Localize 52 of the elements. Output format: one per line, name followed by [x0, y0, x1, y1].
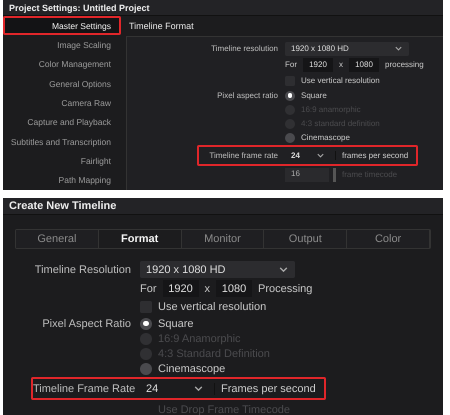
setting-label: Timeline frame rate [208, 151, 278, 160]
radio-button[interactable] [140, 362, 152, 374]
sidebar-item[interactable]: Camera Raw [3, 93, 121, 113]
chevron-down-icon [394, 44, 403, 53]
tab[interactable]: General [16, 230, 99, 248]
radio-label: Square [158, 318, 194, 330]
checkbox-label: Use vertical resolution [301, 76, 380, 85]
for-label: For [285, 60, 297, 69]
dropdown-option[interactable]: 16 [285, 168, 329, 182]
section-title: Timeline Format [128, 20, 195, 33]
sidebar-item[interactable]: Subtitles and Transcription [3, 132, 121, 152]
scrollbar [333, 168, 336, 182]
sidebar-item[interactable]: Path Mapping [3, 170, 121, 190]
width-input[interactable]: 1920 [303, 58, 333, 72]
tab[interactable]: Monitor [182, 230, 264, 248]
setting-label: Pixel aspect ratio [216, 91, 278, 100]
height-input[interactable]: 1080 [216, 280, 252, 297]
tab[interactable]: Output [264, 230, 348, 248]
sidebar-item[interactable]: Fairlight [3, 151, 121, 171]
setting-label: Timeline resolution [210, 44, 278, 53]
radio-button[interactable] [285, 90, 295, 100]
width-input[interactable]: 1920 [162, 280, 198, 297]
tab[interactable]: Color [347, 230, 430, 248]
sidebar-item[interactable]: Color Management [3, 54, 121, 74]
sidebar-item[interactable]: Capture and Playback [3, 112, 121, 132]
radio-label: Square [301, 91, 327, 100]
frames-per-second-label: Frames per second [214, 382, 316, 394]
sidebar-item[interactable]: Image Scaling [3, 35, 121, 55]
resolution-dropdown[interactable]: 1920 x 1080 HD [140, 261, 295, 278]
times-label: x [339, 60, 343, 69]
radio-label: Cinemascope [158, 362, 226, 374]
for-label: For [140, 282, 156, 294]
tab[interactable]: Format [98, 230, 182, 248]
height-input[interactable]: 1080 [349, 58, 379, 72]
radio-button[interactable] [285, 132, 295, 142]
resolution-dropdown[interactable]: 1920 x 1080 HD [285, 42, 409, 56]
frame-rate-dropdown[interactable]: 24 [140, 380, 210, 397]
setting-label: Timeline Resolution [34, 264, 131, 276]
chevron-down-icon [316, 151, 325, 160]
window-title: Create New Timeline [3, 198, 443, 215]
sidebar-item[interactable]: Master Settings [3, 16, 121, 36]
frames-per-second-label: frames per second [335, 151, 408, 160]
checkbox-label: Use vertical resolution [158, 301, 266, 313]
window-title: Project Settings: Untitled Project [3, 0, 443, 16]
processing-label: Processing [258, 282, 312, 294]
setting-label: Pixel Aspect Ratio [41, 318, 131, 330]
times-label: x [204, 282, 210, 294]
radio-label: Cinemascope [301, 133, 350, 142]
processing-label: processing [385, 60, 424, 69]
radio-button[interactable] [140, 318, 152, 330]
sidebar-item[interactable]: General Options [3, 74, 121, 94]
frame-rate-dropdown[interactable]: 24 [285, 148, 331, 162]
